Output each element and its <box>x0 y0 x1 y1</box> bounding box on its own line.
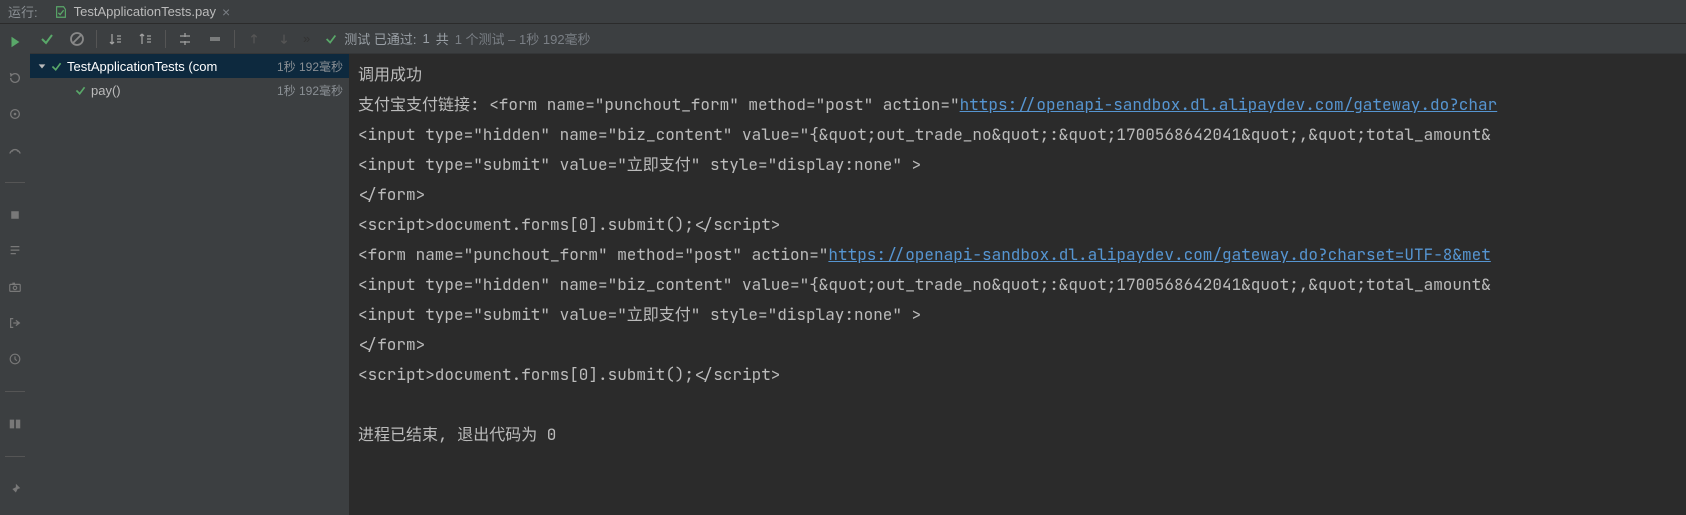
test-file-icon <box>54 5 68 19</box>
stop-icon[interactable] <box>7 207 23 223</box>
console-link[interactable]: https://openapi-sandbox.dl.alipaydev.com… <box>960 94 1498 115</box>
sort-alpha-icon[interactable] <box>105 28 127 50</box>
next-failed-icon[interactable] <box>273 28 295 50</box>
console-line: <input type="hidden" name="biz_content" … <box>358 120 1678 150</box>
console-line: <input type="submit" value="立即支付" style=… <box>358 150 1678 180</box>
status-detail: 1 个测试 – 1秒 192毫秒 <box>455 29 591 48</box>
tree-item-time: 1秒 192毫秒 <box>277 82 343 99</box>
console-line: <input type="hidden" name="biz_content" … <box>358 270 1678 300</box>
toggle-auto-icon[interactable] <box>7 106 23 122</box>
more-actions-icon[interactable]: » <box>303 31 310 46</box>
dump-threads-icon[interactable] <box>7 243 23 259</box>
test-status: 测试 已通过: 1 共 1 个测试 – 1秒 192毫秒 <box>324 29 590 48</box>
test-tree: TestApplicationTests (com 1秒 192毫秒 pay()… <box>30 54 350 515</box>
console-line: 调用成功 <box>358 60 1678 90</box>
gutter-separator-2 <box>5 391 25 392</box>
gutter-separator-3 <box>5 456 25 457</box>
status-count: 1 <box>422 31 429 46</box>
history-icon[interactable] <box>7 351 23 367</box>
sort-duration-icon[interactable] <box>135 28 157 50</box>
console-line: 进程已结束, 退出代码为 0 <box>358 420 1678 450</box>
run-tab-label: TestApplicationTests.pay <box>74 4 216 19</box>
collapse-all-icon[interactable] <box>204 28 226 50</box>
prev-failed-icon[interactable] <box>243 28 265 50</box>
test-pass-icon <box>50 60 63 73</box>
toolbar-sep-2 <box>165 30 166 48</box>
console-line: <input type="submit" value="立即支付" style=… <box>358 300 1678 330</box>
status-prefix: 测试 已通过: <box>344 29 416 48</box>
layout-icon[interactable] <box>7 416 23 432</box>
camera-icon[interactable] <box>7 279 23 295</box>
show-ignored-icon[interactable] <box>66 28 88 50</box>
gutter-separator <box>5 182 25 183</box>
console-link[interactable]: https://openapi-sandbox.dl.alipaydev.com… <box>828 244 1490 265</box>
console-line: <script>document.forms[0].submit();</scr… <box>358 210 1678 240</box>
test-toolbar: » 测试 已通过: 1 共 1 个测试 – 1秒 192毫秒 <box>30 24 1686 54</box>
run-tab[interactable]: TestApplicationTests.pay × <box>46 0 239 24</box>
console-line: <script>document.forms[0].submit();</scr… <box>358 360 1678 390</box>
show-passed-icon[interactable] <box>36 28 58 50</box>
settings-icon[interactable] <box>7 142 23 158</box>
pin-icon[interactable] <box>7 481 23 497</box>
run-gutter <box>0 24 30 515</box>
console-output[interactable]: 调用成功 支付宝支付链接: <form name="punchout_form"… <box>350 54 1686 515</box>
tree-root-label: TestApplicationTests (com <box>67 59 273 74</box>
run-tabbar: 运行: TestApplicationTests.pay × <box>0 0 1686 24</box>
expand-all-icon[interactable] <box>174 28 196 50</box>
tree-collapse-icon[interactable] <box>34 61 50 71</box>
console-line: 支付宝支付链接: <form name="punchout_form" meth… <box>358 90 1678 120</box>
test-tree-item[interactable]: pay() 1秒 192毫秒 <box>30 78 349 102</box>
toolbar-sep-3 <box>234 30 235 48</box>
status-check-icon <box>324 32 338 46</box>
run-label: 运行: <box>8 2 38 21</box>
exit-icon[interactable] <box>7 315 23 331</box>
test-pass-icon <box>74 84 87 97</box>
close-tab-icon[interactable]: × <box>222 4 230 20</box>
console-line: <form name="punchout_form" method="post"… <box>358 240 1678 270</box>
console-line: </form> <box>358 180 1678 210</box>
status-suffix: 共 <box>436 29 449 48</box>
tree-item-label: pay() <box>91 83 273 98</box>
rerun-failed-icon[interactable] <box>7 70 23 86</box>
test-tree-root[interactable]: TestApplicationTests (com 1秒 192毫秒 <box>30 54 349 78</box>
toolbar-sep <box>96 30 97 48</box>
console-blank-line <box>358 390 1678 420</box>
tree-root-time: 1秒 192毫秒 <box>277 58 343 75</box>
rerun-icon[interactable] <box>7 34 23 50</box>
console-line: </form> <box>358 330 1678 360</box>
